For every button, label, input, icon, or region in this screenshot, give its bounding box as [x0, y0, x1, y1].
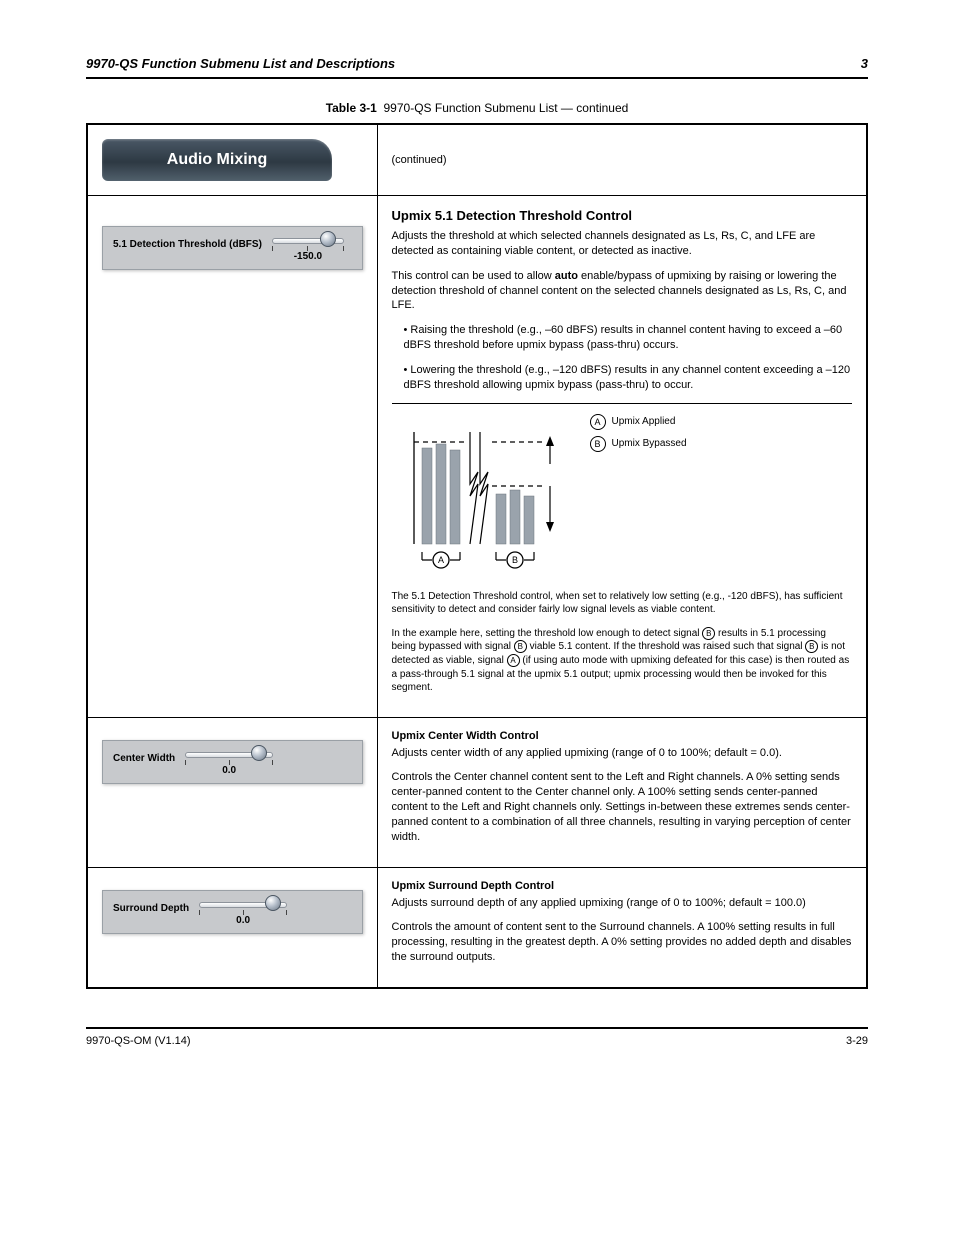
diagram-legend: A Upmix Applied B Upmix Bypassed	[590, 414, 853, 452]
footer-left: 9970-QS-OM (V1.14)	[86, 1035, 191, 1047]
config-table: Audio Mixing (continued) 5.1 Detection T…	[86, 123, 868, 989]
page-footer: 9970-QS-OM (V1.14) 3-29	[86, 1027, 868, 1047]
row1-bullet2: • Lowering the threshold (e.g., –120 dBF…	[392, 363, 853, 393]
row1-para1: Adjusts the threshold at which selected …	[392, 229, 853, 259]
tab-label: Audio Mixing	[167, 151, 267, 169]
row2-title: Upmix Center Width Control	[392, 730, 853, 742]
center-width-value: 0.0	[185, 765, 273, 776]
audio-mixing-tab[interactable]: Audio Mixing	[102, 139, 332, 181]
center-width-label: Center Width	[113, 747, 175, 764]
inline-a-icon: A	[507, 654, 520, 667]
surround-depth-value: 0.0	[199, 915, 287, 926]
diagram-caption1: The 5.1 Detection Threshold control, whe…	[392, 590, 853, 617]
detection-threshold-label: 5.1 Detection Threshold (dBFS)	[113, 233, 262, 250]
surround-depth-label: Surround Depth	[113, 897, 189, 914]
page-header: 9970-QS Function Submenu List and Descri…	[86, 56, 868, 79]
svg-text:B: B	[511, 555, 517, 565]
level-bars-svg: A B	[392, 414, 572, 584]
row3-para2: Controls the amount of content sent to t…	[392, 920, 853, 965]
center-width-slider[interactable]: 0.0	[185, 747, 273, 777]
surround-depth-slider[interactable]: 0.0	[199, 897, 287, 927]
inline-b-icon: B	[805, 640, 818, 653]
legend-a-icon: A	[590, 414, 606, 430]
detection-threshold-slider[interactable]: -150.0	[272, 233, 344, 263]
row3-para1: Adjusts surround depth of any applied up…	[392, 896, 853, 911]
row2-para2: Controls the Center channel content sent…	[392, 770, 853, 844]
diagram-caption2: In the example here, setting the thresho…	[392, 627, 853, 695]
footer-right: 3-29	[846, 1035, 868, 1047]
detection-threshold-value: -150.0	[272, 251, 344, 262]
row1-para2: This control can be used to allow auto e…	[392, 269, 853, 314]
divider	[392, 403, 853, 404]
threshold-diagram: A B A Upmix Applied B Upmix Bypassed	[392, 414, 853, 584]
inline-b-icon: B	[702, 627, 715, 640]
row3-title: Upmix Surround Depth Control	[392, 880, 853, 892]
legend-b-icon: B	[590, 436, 606, 452]
table-caption: Table 3-1 9970-QS Function Submenu List …	[86, 101, 868, 115]
row1-title: Upmix 5.1 Detection Threshold Control	[392, 208, 853, 223]
surround-depth-panel: Surround Depth 0.0	[102, 890, 363, 934]
inline-b-icon: B	[514, 640, 527, 653]
legend-a-label: Upmix Applied	[612, 414, 676, 430]
row2-para1: Adjusts center width of any applied upmi…	[392, 746, 853, 761]
detection-threshold-panel: 5.1 Detection Threshold (dBFS) -150.0	[102, 226, 363, 270]
header-title: 9970-QS Function Submenu List and Descri…	[86, 56, 395, 71]
row1-bullet1: • Raising the threshold (e.g., –60 dBFS)…	[392, 323, 853, 353]
legend-b-label: Upmix Bypassed	[612, 436, 687, 452]
continued-note: (continued)	[392, 154, 447, 166]
section-number: 3	[861, 56, 868, 71]
svg-text:A: A	[437, 555, 443, 565]
center-width-panel: Center Width 0.0	[102, 740, 363, 784]
